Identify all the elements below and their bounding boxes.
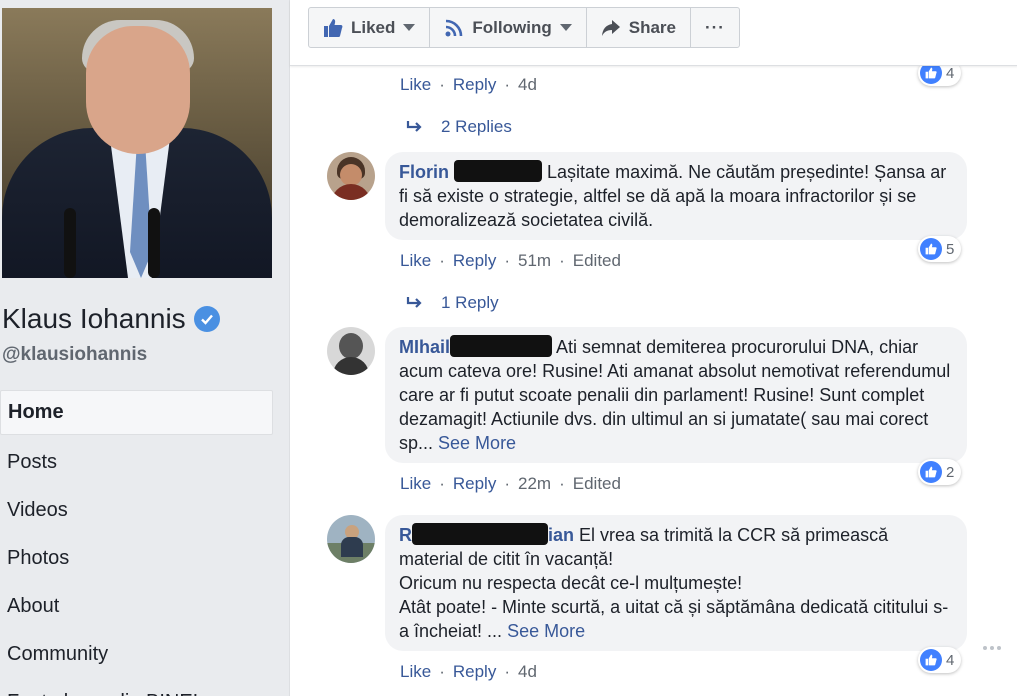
- redaction-mark: [412, 523, 548, 545]
- reply-link[interactable]: Reply: [453, 474, 496, 494]
- like-reaction-icon: [920, 238, 942, 260]
- verified-badge-icon: [193, 306, 220, 332]
- chevron-down-icon: [559, 24, 572, 31]
- nav-item-about[interactable]: About: [0, 582, 273, 630]
- nav-item-videos[interactable]: Videos: [0, 486, 273, 534]
- reply-arrow-icon: [406, 297, 422, 308]
- post-comments-panel: Liked Following Share ··· Like · Reply · 4…: [289, 0, 1017, 696]
- thumbs-up-icon: [324, 18, 343, 37]
- reaction-number: 4: [946, 64, 955, 82]
- page-handle[interactable]: @klausiohannis: [2, 344, 147, 366]
- more-options-button[interactable]: ···: [691, 8, 739, 47]
- following-button[interactable]: Following: [430, 8, 587, 47]
- replies-count-label: 2 Replies: [441, 117, 512, 136]
- redaction-mark: [450, 335, 553, 357]
- edited-label[interactable]: Edited: [573, 474, 621, 494]
- like-link[interactable]: Like: [400, 474, 431, 494]
- reply-arrow-icon: [406, 121, 422, 132]
- comment-meta: Like · Reply · 22m · Edited: [400, 474, 621, 494]
- redaction-mark: [454, 160, 543, 182]
- share-label: Share: [628, 17, 676, 37]
- share-button[interactable]: Share: [587, 8, 691, 47]
- comment-options-icon[interactable]: [983, 646, 1001, 650]
- edited-label[interactable]: Edited: [573, 251, 621, 271]
- reaction-count[interactable]: 4: [918, 647, 962, 673]
- comment-time[interactable]: 22m: [518, 474, 551, 494]
- comment-author[interactable]: MIhail: [399, 337, 450, 357]
- action-button-group: Liked Following Share ···: [308, 7, 740, 48]
- comment-author[interactable]: Florin: [399, 162, 449, 182]
- like-reaction-icon: [920, 649, 942, 671]
- comment-time[interactable]: 51m: [518, 251, 551, 271]
- reply-link[interactable]: Reply: [453, 251, 496, 271]
- left-column: Klaus Iohannis @klausiohannis Home Posts…: [0, 0, 288, 696]
- view-replies-link[interactable]: 1 Reply: [405, 293, 499, 313]
- comment-author-start[interactable]: R: [399, 525, 412, 545]
- comment-text-line3: Atât poate! - Minte scurtă, a uitat că ș…: [399, 597, 949, 641]
- reply-link[interactable]: Reply: [453, 662, 496, 682]
- comment-time[interactable]: 4d: [518, 662, 537, 682]
- reaction-number: 2: [946, 463, 955, 481]
- reaction-number: 4: [946, 651, 955, 669]
- page-action-bar: Liked Following Share ···: [290, 0, 1017, 66]
- share-arrow-icon: [601, 19, 620, 36]
- see-more-link[interactable]: See More: [438, 433, 516, 453]
- profile-picture[interactable]: [2, 8, 272, 278]
- comment-meta: Like · Reply · 4d: [400, 662, 537, 682]
- nav-item-photos[interactable]: Photos: [0, 534, 273, 582]
- rss-icon: [445, 19, 463, 36]
- comment-meta: Like · Reply · 4d: [400, 75, 537, 95]
- liked-button[interactable]: Liked: [309, 8, 431, 47]
- like-link[interactable]: Like: [400, 75, 431, 95]
- like-reaction-icon: [920, 461, 942, 483]
- see-more-link[interactable]: See More: [507, 621, 585, 641]
- nav-item-home[interactable]: Home: [0, 390, 273, 435]
- like-link[interactable]: Like: [400, 662, 431, 682]
- comment-bubble: Florin Lașitate maximă. Ne căutăm președ…: [385, 152, 967, 240]
- reply-link[interactable]: Reply: [453, 75, 496, 95]
- comment-author-end[interactable]: ian: [548, 525, 574, 545]
- avatar[interactable]: [327, 327, 375, 375]
- comment-text-line2: Oricum nu respecta decât ce-l mulțumește…: [399, 573, 743, 593]
- like-link[interactable]: Like: [400, 251, 431, 271]
- reaction-count[interactable]: 5: [918, 236, 962, 262]
- nav-item-posts[interactable]: Posts: [0, 438, 273, 486]
- page-name-text[interactable]: Klaus Iohannis: [2, 303, 186, 335]
- replies-count-label: 1 Reply: [441, 293, 499, 312]
- comment-bubble: Rian El vrea sa trimită la CCR să primea…: [385, 515, 967, 651]
- chevron-down-icon: [403, 24, 416, 31]
- nav-item-community[interactable]: Community: [0, 630, 273, 678]
- avatar[interactable]: [327, 515, 375, 563]
- avatar[interactable]: [327, 152, 375, 200]
- comment-meta: Like · Reply · 51m · Edited: [400, 251, 621, 271]
- reaction-number: 5: [946, 240, 955, 258]
- more-dots-icon: ···: [704, 17, 725, 37]
- liked-label: Liked: [351, 17, 396, 37]
- comment-bubble: MIhail Ati semnat demiterea procurorului…: [385, 327, 967, 463]
- following-label: Following: [472, 17, 552, 37]
- view-replies-link[interactable]: 2 Replies: [405, 117, 512, 137]
- page-name[interactable]: Klaus Iohannis: [2, 303, 220, 335]
- comment-time[interactable]: 4d: [518, 75, 537, 95]
- reaction-count[interactable]: 2: [918, 459, 962, 485]
- nav-item-fapte-bune[interactable]: Fapte bune din BINE!: [0, 678, 273, 696]
- page-nav: Home Posts Videos Photos About Community…: [0, 390, 273, 696]
